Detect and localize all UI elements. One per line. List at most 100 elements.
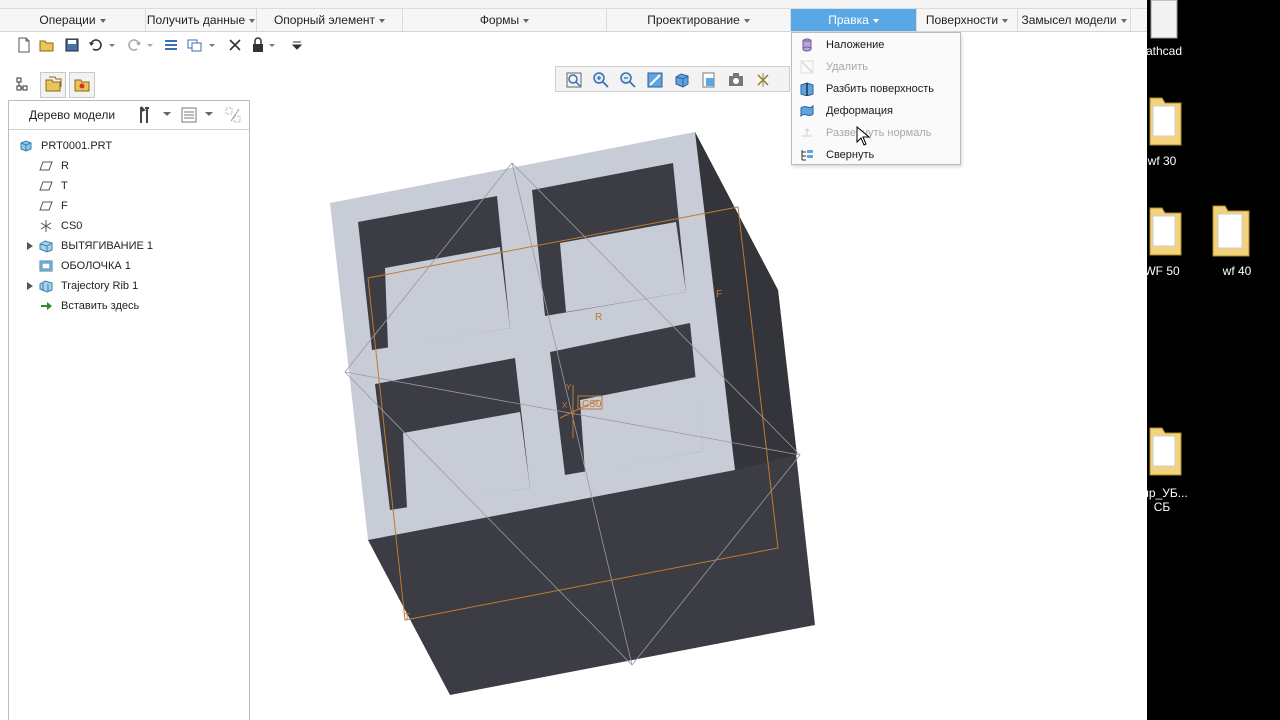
datum-label-t: T (404, 612, 410, 623)
menu-item-warp[interactable]: Деформация (792, 100, 960, 122)
datum-label-f: F (716, 289, 722, 300)
menu-item-collapse[interactable]: Свернуть (792, 144, 960, 166)
datum-label-r: R (595, 312, 602, 323)
chevron-down-icon[interactable] (205, 109, 213, 119)
graphics-toolbar (555, 66, 790, 92)
desktop-icon-wf50[interactable] (1147, 204, 1183, 256)
desktop-icon-label: kup_УБ... СБ (1136, 486, 1188, 514)
favorites-tab[interactable] (69, 72, 95, 98)
menu-item-label: Деформация (826, 105, 893, 117)
tree-item-label: R (61, 160, 69, 172)
menu-item-label: Развернуть нормаль (826, 127, 932, 139)
menu-item-flip-normal[interactable]: Развернуть нормаль (792, 122, 960, 144)
customize-icon[interactable] (292, 37, 302, 53)
ribbon-group-operations[interactable]: Операции (0, 9, 146, 31)
redo-icon[interactable] (126, 37, 142, 53)
chevron-down-icon (872, 18, 879, 23)
display-style-icon[interactable] (673, 71, 691, 89)
ribbon-group-model-intent[interactable]: Замысел модели (1018, 9, 1131, 31)
folder-icon (1149, 427, 1182, 476)
chevron-down-icon (1120, 18, 1127, 23)
menu-item-delete[interactable]: Удалить (792, 56, 960, 78)
ribbon-group-label: Опорный элемент (273, 13, 376, 27)
ribbon-group-label: Проектирование (647, 13, 740, 27)
desktop-icon-wf40[interactable] (1211, 202, 1251, 258)
ribbon-group-editing[interactable]: Правка (791, 9, 917, 31)
save-icon[interactable] (64, 37, 80, 53)
extrude-icon (39, 240, 53, 253)
new-icon[interactable] (16, 37, 32, 53)
desktop-area: athcad wf 30 WF 50 wf 40 kup_УБ... СБ (1136, 0, 1280, 720)
desktop-icon-label: athcad (1145, 44, 1183, 58)
tree-item-label: T (61, 180, 68, 192)
tree-columns-icon[interactable] (181, 107, 197, 123)
desktop-icon-label: wf 30 (1147, 154, 1177, 168)
windows-dropdown-icon[interactable] (208, 37, 216, 53)
tree-settings-tools-icon[interactable] (137, 105, 155, 125)
chevron-down-icon (523, 18, 530, 23)
model-tree-title: Дерево модели (29, 108, 116, 122)
split-surface-icon (800, 82, 814, 96)
lock-dropdown-icon[interactable] (268, 37, 276, 53)
zoom-out-icon[interactable] (619, 71, 637, 89)
ribbon-group-label: Операции (39, 13, 96, 27)
windows-icon[interactable] (187, 37, 203, 53)
part-icon (20, 140, 32, 152)
desktop-icon-wf30[interactable] (1147, 94, 1183, 146)
creo-application-window: Операции Получить данные Опорный элемент… (0, 0, 1147, 720)
edit-group-dropdown-menu: Наложение Удалить Разбить поверхность Де… (791, 32, 961, 165)
lock-icon[interactable] (250, 37, 266, 53)
ribbon-group-datum[interactable]: Опорный элемент (257, 9, 403, 31)
undo-icon[interactable] (88, 37, 104, 53)
refit-icon[interactable] (565, 71, 583, 89)
folder-browser-tab[interactable] (40, 72, 66, 98)
ribbon-group-get-data[interactable]: Получить данные (146, 9, 257, 31)
tree-filters-icon[interactable] (223, 105, 243, 125)
chevron-down-icon (1002, 18, 1009, 23)
ribbon-group-label: Поверхности (925, 13, 999, 27)
chevron-down-icon (249, 18, 256, 23)
expand-arrow-icon[interactable] (27, 282, 33, 290)
zoom-in-icon[interactable] (592, 71, 610, 89)
favorites-tab-icon (74, 79, 90, 92)
model-tree-tab[interactable] (6, 72, 32, 98)
ribbon-group-shapes[interactable]: Формы (403, 9, 607, 31)
desktop-icon-label: wf 40 (1222, 264, 1252, 278)
regenerate-icon[interactable] (163, 37, 179, 53)
menu-item-label: Удалить (826, 61, 868, 73)
flip-normal-icon (802, 128, 812, 137)
close-window-icon[interactable] (227, 37, 243, 53)
datum-plane-icon (39, 161, 53, 171)
undo-dropdown-icon[interactable] (108, 37, 116, 53)
folder-icon (1149, 97, 1182, 146)
ribbon-group-label: Получить данные (146, 13, 246, 27)
menu-item-split-surface[interactable]: Разбить поверхность (792, 78, 960, 100)
open-icon[interactable] (39, 37, 55, 53)
ribbon-group-engineering[interactable]: Проектирование (607, 9, 791, 31)
datum-display-icon[interactable] (754, 71, 772, 89)
ribbon-group-bar: Операции Получить данные Опорный элемент… (0, 9, 1147, 32)
tree-item-label: ВЫТЯГИВАНИЕ 1 (61, 240, 154, 252)
chevron-down-icon (743, 18, 750, 23)
chevron-down-icon[interactable] (163, 109, 171, 119)
datum-plane-icon (39, 181, 53, 191)
model-tree-panel: Дерево модели PRT0001.PRT R T F CS0 ВЫТЯ… (8, 100, 250, 720)
graphics-viewport[interactable]: R F T CS0 X Y (252, 60, 1147, 720)
desktop-icon-kup[interactable] (1147, 424, 1183, 476)
chevron-down-icon (379, 18, 386, 23)
mouse-cursor-icon (856, 126, 870, 146)
warp-icon (800, 104, 814, 118)
menu-item-wrap[interactable]: Наложение (792, 34, 960, 56)
expand-arrow-icon[interactable] (27, 242, 33, 250)
ribbon-group-label: Замысел модели (1021, 13, 1117, 27)
view-manager-icon[interactable] (727, 71, 745, 89)
redo-dropdown-icon[interactable] (146, 37, 154, 53)
saved-views-icon[interactable] (700, 71, 718, 89)
delete-icon (800, 60, 814, 74)
datum-plane-icon (39, 201, 53, 211)
repaint-icon[interactable] (646, 71, 664, 89)
csys-label: CS0 (582, 399, 602, 410)
desktop-icon-athcad[interactable] (1147, 0, 1183, 42)
ribbon-group-surfaces[interactable]: Поверхности (917, 9, 1018, 31)
chevron-down-icon (99, 18, 106, 23)
